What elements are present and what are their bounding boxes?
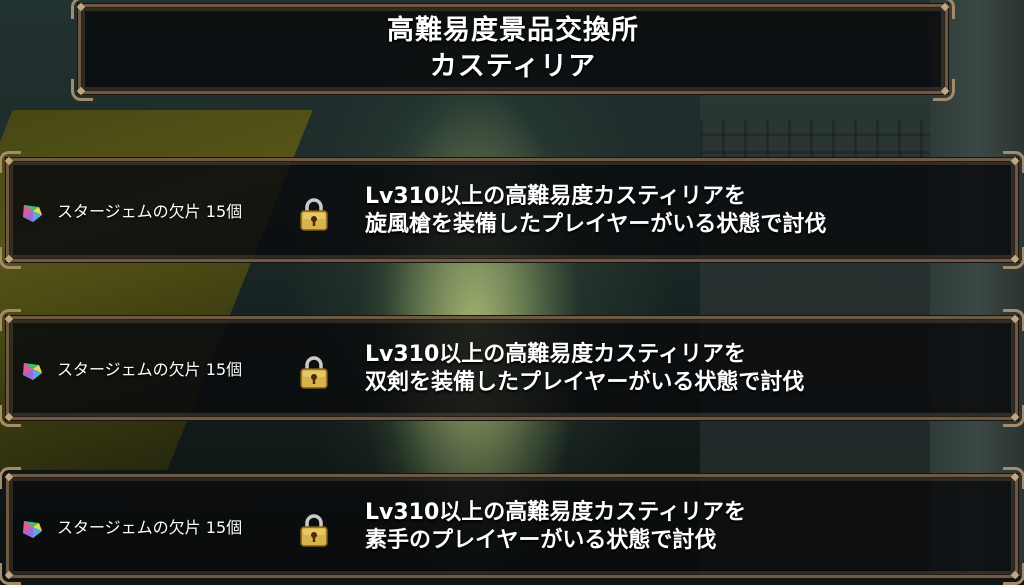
frame-corner-ornament: [0, 467, 21, 489]
star-gem-fragment-icon: [23, 205, 42, 222]
star-gem-fragment-icon: [23, 521, 42, 538]
star-gem-fragment-icon: [23, 363, 42, 380]
frame-corner-ornament: [0, 405, 21, 427]
unlock-condition: Lv310以上の高難易度カスティリアを 素手のプレイヤーがいる状態で討伐: [365, 499, 925, 555]
lock-icon: [300, 198, 328, 231]
reward-row[interactable]: スタージェムの欠片 15個 Lv310以上の高難易度カスティリアを 旋風槍を装備…: [0, 151, 1024, 269]
reward-item-label: スタージェムの欠片 15個: [57, 518, 243, 537]
reward-row[interactable]: スタージェムの欠片 15個 Lv310以上の高難易度カスティリアを 素手のプレイ…: [0, 467, 1024, 585]
condition-line-1: Lv310以上の高難易度カスティリアを: [365, 342, 746, 367]
condition-line-1: Lv310以上の高難易度カスティリアを: [365, 500, 746, 525]
frame-corner-ornament: [0, 309, 21, 331]
title-panel: 高難易度景品交換所 カスティリア: [71, 0, 955, 101]
frame-corner-ornament: [1003, 247, 1024, 269]
condition-line-2: 旋風槍を装備したプレイヤーがいる状態で討伐: [365, 212, 827, 237]
unlock-condition: Lv310以上の高難易度カスティリアを 旋風槍を装備したプレイヤーがいる状態で討…: [365, 183, 925, 239]
page-title: 高難易度景品交換所 カスティリア: [81, 13, 945, 85]
reward-item-label: スタージェムの欠片 15個: [57, 360, 243, 379]
frame-corner-ornament: [0, 563, 21, 585]
condition-line-2: 双剣を装備したプレイヤーがいる状態で討伐: [365, 370, 805, 395]
condition-line-1: Lv310以上の高難易度カスティリアを: [365, 184, 746, 209]
frame-corner-ornament: [1003, 309, 1024, 331]
frame-corner-ornament: [1003, 563, 1024, 585]
condition-line-2: 素手のプレイヤーがいる状態で討伐: [365, 528, 717, 553]
frame-corner-ornament: [0, 151, 21, 173]
frame-corner-ornament: [1003, 405, 1024, 427]
title-line-1: 高難易度景品交換所: [387, 15, 639, 46]
frame-corner-ornament: [1003, 151, 1024, 173]
title-line-2: カスティリア: [429, 51, 597, 82]
frame-corner-ornament: [0, 247, 21, 269]
reward-row[interactable]: スタージェムの欠片 15個 Lv310以上の高難易度カスティリアを 双剣を装備し…: [0, 309, 1024, 427]
lock-icon: [300, 514, 328, 547]
reward-item-label: スタージェムの欠片 15個: [57, 202, 243, 221]
lock-icon: [300, 356, 328, 389]
frame-corner-ornament: [1003, 467, 1024, 489]
unlock-condition: Lv310以上の高難易度カスティリアを 双剣を装備したプレイヤーがいる状態で討伐: [365, 341, 925, 397]
